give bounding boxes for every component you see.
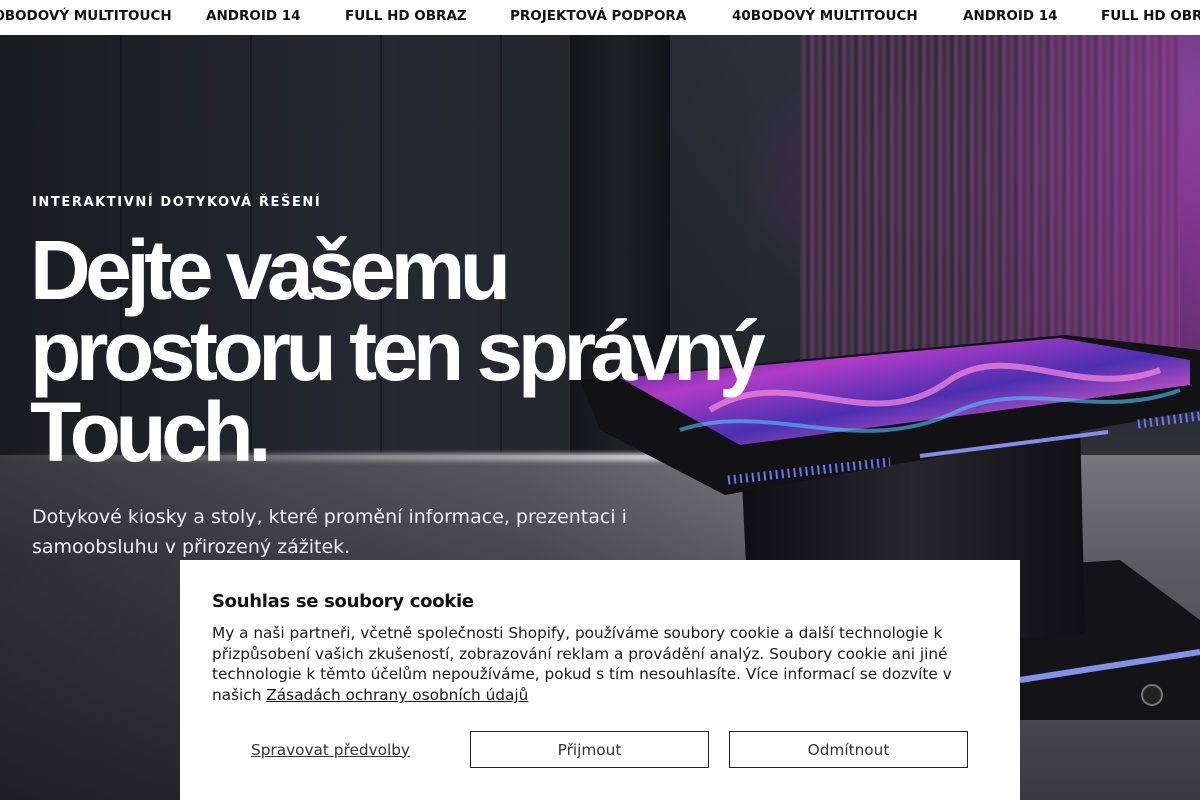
privacy-policy-link[interactable]: Zásadách ochrany osobních údajů bbox=[266, 686, 528, 704]
feature-ticker: 40BODOVÝ MULTITOUCH ANDROID 14 FULL HD O… bbox=[0, 0, 1200, 35]
hero-headline: Dejte vašemu prostoru ten správný Touch. bbox=[30, 223, 830, 479]
decline-cookies-button[interactable]: Odmítnout bbox=[729, 731, 968, 768]
accept-cookies-button[interactable]: Přijmout bbox=[470, 731, 709, 768]
ticker-item: PROJEKTOVÁ PODPORA bbox=[510, 8, 687, 24]
ticker-item: 40BODOVÝ MULTITOUCH bbox=[0, 8, 172, 24]
ticker-item: ANDROID 14 bbox=[963, 8, 1058, 24]
hero-eyebrow: INTERAKTIVNÍ DOTYKOVÁ ŘEŠENÍ bbox=[32, 195, 322, 210]
ticker-item: ANDROID 14 bbox=[206, 8, 301, 24]
ticker-item: 40BODOVÝ MULTITOUCH bbox=[732, 8, 918, 24]
hero-subtext: Dotykové kiosky a stoly, které promění i… bbox=[32, 506, 627, 558]
cookie-description: My a naši partneři, včetně společnosti S… bbox=[212, 623, 1002, 706]
cookie-title: Souhlas se soubory cookie bbox=[212, 591, 474, 612]
manage-preferences-button[interactable]: Spravovat předvolby bbox=[212, 731, 449, 768]
ticker-item: FULL HD OBRAZ bbox=[1101, 8, 1200, 24]
headline-line: Dejte vašemu bbox=[30, 223, 511, 317]
headline-line: prostoru ten správný bbox=[30, 304, 766, 398]
ticker-item: FULL HD OBRAZ bbox=[345, 8, 467, 24]
cookie-consent-banner: Souhlas se soubory cookie My a naši part… bbox=[180, 560, 1020, 800]
headline-line: Touch. bbox=[30, 385, 272, 479]
